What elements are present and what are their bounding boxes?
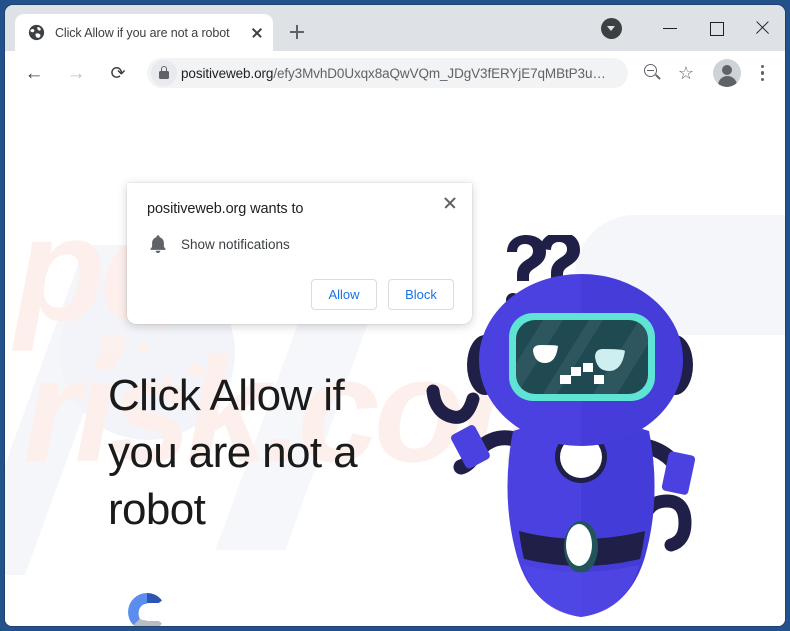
- close-window-button[interactable]: [739, 12, 785, 44]
- permission-option-row: Show notifications: [147, 233, 454, 255]
- permission-actions: Allow Block: [147, 279, 454, 310]
- notification-permission-dialog: positiveweb.org wants to Show notificati…: [127, 183, 472, 324]
- permission-dialog-title: positiveweb.org wants to: [147, 201, 304, 217]
- reload-icon: ⟳: [110, 63, 126, 83]
- zoom-out-icon[interactable]: [637, 58, 667, 88]
- browser-window: Click Allow if you are not a robot ← → ⟳: [5, 5, 785, 626]
- browser-tab[interactable]: Click Allow if you are not a robot: [15, 14, 273, 51]
- profile-avatar-icon[interactable]: [713, 59, 741, 87]
- bookmark-star-icon[interactable]: ☆: [671, 58, 701, 88]
- url-domain: positiveweb.org: [181, 65, 274, 81]
- back-button[interactable]: ←: [18, 57, 50, 89]
- globe-icon: [28, 24, 45, 41]
- url-text: positiveweb.org/efy3MvhD0Uxqx8aQwVQm_JDg…: [181, 66, 606, 81]
- three-dot-menu-icon[interactable]: [747, 58, 777, 88]
- captcha-badge: E-CAPTCHA: [109, 590, 184, 626]
- minimize-button[interactable]: [647, 12, 693, 44]
- star-glyph: ☆: [677, 63, 695, 83]
- permission-option-label: Show notifications: [181, 236, 290, 252]
- page-viewport: pcri risk.com Click Allow if you are not…: [5, 95, 785, 626]
- address-bar[interactable]: positiveweb.org/efy3MvhD0Uxqx8aQwVQm_JDg…: [147, 58, 628, 88]
- block-button[interactable]: Block: [388, 279, 454, 310]
- back-arrow-icon: ←: [24, 62, 44, 84]
- allow-button[interactable]: Allow: [311, 279, 377, 310]
- page-headline: Click Allow if you are not a robot: [108, 371, 358, 534]
- bell-icon: [147, 233, 169, 255]
- window-controls: [601, 5, 785, 51]
- new-tab-button[interactable]: [282, 17, 312, 47]
- tab-title: Click Allow if you are not a robot: [55, 25, 230, 40]
- forward-button[interactable]: →: [60, 57, 92, 89]
- url-path: /efy3MvhD0Uxqx8aQwVQm_JDgV3fERYjE7qMBtP3…: [273, 65, 606, 81]
- close-icon[interactable]: [438, 191, 462, 215]
- forward-arrow-icon: →: [66, 62, 86, 84]
- maximize-button[interactable]: [693, 12, 739, 44]
- reload-button[interactable]: ⟳: [102, 57, 134, 89]
- lock-icon[interactable]: [151, 60, 177, 86]
- close-tab-icon[interactable]: [247, 23, 267, 43]
- tab-strip: Click Allow if you are not a robot: [5, 5, 785, 51]
- desktop-background: Click Allow if you are not a robot ← → ⟳: [0, 0, 790, 631]
- tab-search-chevron-down-icon[interactable]: [601, 17, 622, 39]
- c-letter-captcha-logo: [125, 590, 169, 626]
- browser-toolbar: ← → ⟳ positiveweb.org/efy3MvhD0Uxqx8aQwV…: [5, 51, 785, 95]
